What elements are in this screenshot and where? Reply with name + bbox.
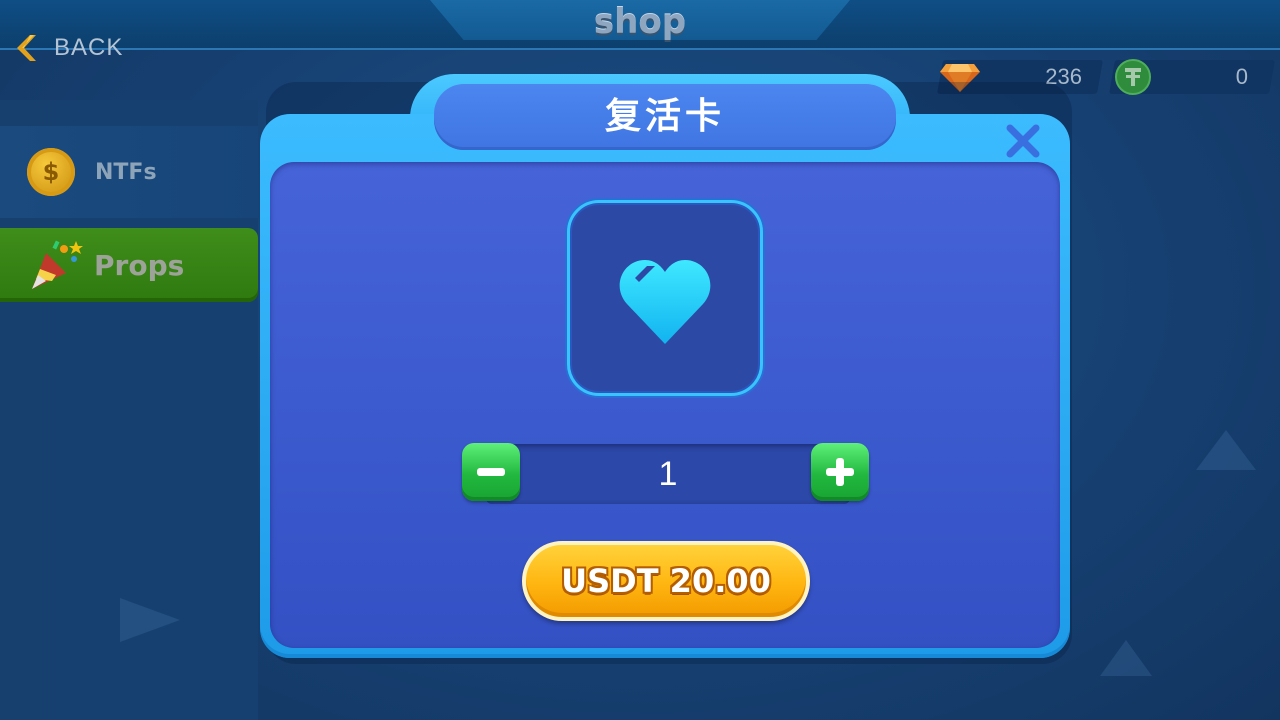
sidebar-item-label: NTFs — [95, 159, 157, 185]
decrease-quantity-button[interactable] — [462, 443, 520, 501]
minus-icon — [477, 468, 505, 476]
quantity-value: 1 — [658, 455, 678, 493]
sidebar-item-props[interactable]: Props — [0, 228, 258, 302]
party-popper-icon — [32, 240, 83, 289]
background-decoration — [120, 598, 180, 642]
heart-icon — [619, 260, 711, 344]
background-decoration — [1196, 430, 1256, 470]
tether-count: 0 — [1235, 64, 1248, 89]
gold-coin-icon: $ — [27, 148, 75, 196]
page-title: shop — [593, 2, 687, 42]
plus-icon — [826, 458, 854, 486]
chevron-left-icon — [17, 35, 36, 61]
sidebar-item-ntfs[interactable]: $ NTFs — [0, 126, 258, 218]
tether-coin-icon — [1115, 59, 1151, 95]
buy-button-label[interactable]: USDT 20.00 — [522, 541, 810, 621]
background-decoration — [1100, 640, 1152, 676]
close-icon[interactable] — [1004, 122, 1042, 160]
back-label: BACK — [54, 34, 124, 61]
sidebar-item-label: Props — [94, 248, 185, 282]
increase-quantity-button[interactable] — [811, 443, 869, 501]
back-button[interactable]: BACK — [14, 30, 123, 66]
dialog-title: 复活卡 — [604, 96, 725, 137]
